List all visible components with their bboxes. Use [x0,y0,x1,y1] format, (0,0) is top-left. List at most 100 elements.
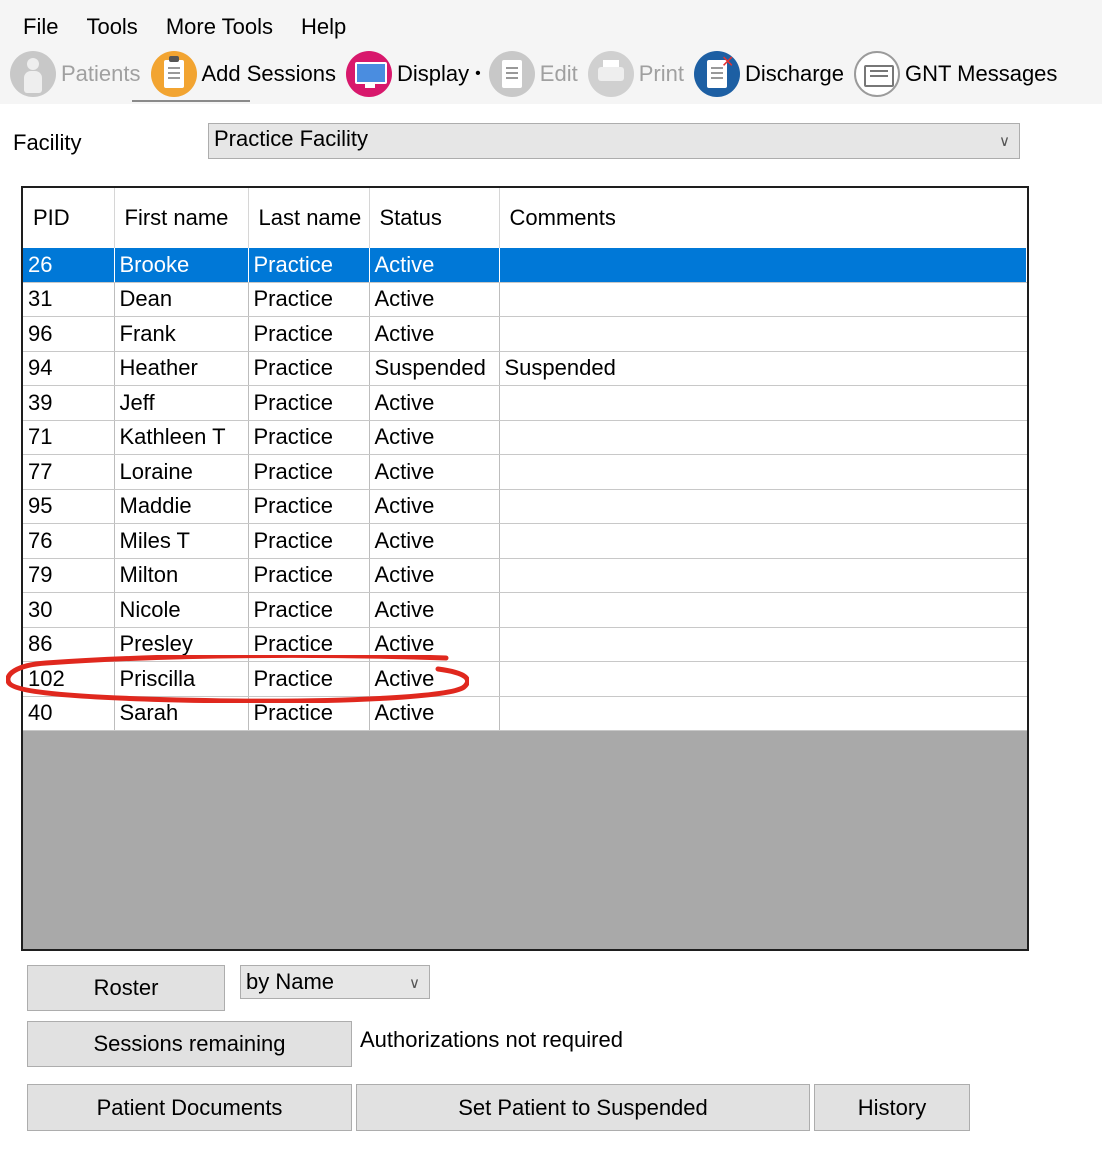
patient-documents-button[interactable]: Patient Documents [27,1084,352,1131]
cell-first-name: Dean [114,282,249,317]
clipboard-icon [150,51,197,97]
cell-status: Active [369,627,500,662]
display-label: Display [397,61,470,86]
sessions-remaining-button[interactable]: Sessions remaining [27,1021,352,1067]
cell-comments [499,696,1027,731]
add-sessions-button[interactable]: Add Sessions [150,48,337,100]
cell-first-name: Brooke [114,248,249,283]
cell-comments [499,282,1027,317]
table-row[interactable]: 86 Presley Practice Active [23,627,1027,662]
cell-last-name: Practice [248,592,370,628]
cell-pid: 95 [23,489,115,524]
cell-last-name: Practice [248,454,370,490]
cell-comments [499,558,1027,593]
cell-pid: 40 [23,696,115,731]
cell-status: Active [369,316,500,352]
cell-comments [499,420,1027,455]
roster-button[interactable]: Roster [27,965,225,1011]
history-button[interactable]: History [814,1084,970,1131]
dropdown-arrow-icon[interactable]: • [475,65,481,83]
cell-first-name: Nicole [114,592,249,628]
cell-first-name: Miles T [114,523,249,559]
cell-first-name: Presley [114,627,249,662]
patients-label: Patients [61,61,141,86]
gnt-messages-button[interactable]: GNT Messages [854,48,1057,100]
column-header-pid[interactable]: PID [23,188,115,248]
table-row[interactable]: 76 Miles T Practice Active [23,523,1027,559]
gnt-messages-label: GNT Messages [905,61,1058,86]
cell-status: Active [369,696,500,731]
history-label: History [857,1095,927,1120]
toolbar: Patients Add Sessions Display • Edit Pri… [10,48,1057,100]
cell-comments [499,489,1027,524]
cell-status: Active [369,523,500,559]
menu-more-tools[interactable]: More Tools [151,10,286,44]
cell-last-name: Practice [248,489,370,524]
menu-file[interactable]: File [8,10,71,44]
table-row[interactable]: 39 Jeff Practice Active [23,385,1027,421]
cell-comments [499,592,1027,628]
column-header-last-name[interactable]: Last name [248,188,370,248]
facility-dropdown[interactable]: Practice Facility ∨ [208,123,1020,159]
table-row[interactable]: 71 Kathleen T Practice Active [23,420,1027,455]
table-row[interactable]: 79 Milton Practice Active [23,558,1027,593]
patient-documents-label: Patient Documents [96,1095,283,1120]
cell-status: Active [369,661,500,697]
display-button[interactable]: Display • [346,48,481,100]
patients-grid[interactable]: PID First name Last name Status Comments… [21,186,1029,951]
table-row[interactable]: 102 Priscilla Practice Active [23,661,1027,697]
set-patient-suspended-button[interactable]: Set Patient to Suspended [356,1084,810,1131]
cell-status: Active [369,489,500,524]
discharge-button[interactable]: ✕ Discharge [693,48,844,100]
cell-first-name: Jeff [114,385,249,421]
cell-pid: 96 [23,316,115,352]
column-header-comments[interactable]: Comments [499,188,1027,248]
discharge-label: Discharge [744,61,844,86]
sort-order-dropdown[interactable]: by Name ∨ [240,965,430,999]
set-patient-suspended-label: Set Patient to Suspended [458,1095,708,1120]
table-row[interactable]: 95 Maddie Practice Active [23,489,1027,524]
cell-pid: 102 [23,661,115,697]
table-row[interactable]: 30 Nicole Practice Active [23,592,1027,628]
table-row[interactable]: 77 Loraine Practice Active [23,454,1027,490]
edit-button[interactable]: Edit [488,48,578,100]
menu-tools[interactable]: Tools [71,10,150,44]
cell-first-name: Sarah [114,696,249,731]
table-row[interactable]: 94 Heather Practice Suspended Suspended [23,351,1027,386]
table-row[interactable]: 31 Dean Practice Active [23,282,1027,317]
table-row[interactable]: 26 Brooke Practice Active [23,248,1027,283]
column-header-first-name[interactable]: First name [114,188,249,248]
cell-first-name: Heather [114,351,249,386]
edit-document-icon [488,51,535,97]
cell-status: Active [369,420,500,455]
add-sessions-label: Add Sessions [201,61,337,86]
cell-first-name: Loraine [114,454,249,490]
cell-status: Active [369,385,500,421]
chevron-down-icon: ∨ [999,133,1010,150]
person-icon [10,51,56,97]
menu-help[interactable]: Help [286,10,359,44]
cell-last-name: Practice [248,351,370,386]
menu-bar: File Tools More Tools Help [8,10,359,44]
cell-comments [499,385,1027,421]
cell-last-name: Practice [248,558,370,593]
cell-pid: 77 [23,454,115,490]
print-button[interactable]: Print [587,48,684,100]
cell-pid: 94 [23,351,115,386]
printer-icon [587,51,634,97]
patients-table: PID First name Last name Status Comments… [23,188,1027,731]
cell-status: Active [369,282,500,317]
toolbar-active-indicator [132,100,250,102]
cell-last-name: Practice [248,420,370,455]
column-header-status[interactable]: Status [369,188,500,248]
cell-pid: 31 [23,282,115,317]
cell-status: Active [369,454,500,490]
cell-pid: 76 [23,523,115,559]
cell-last-name: Practice [248,248,370,283]
table-row[interactable]: 40 Sarah Practice Active [23,696,1027,731]
table-row[interactable]: 96 Frank Practice Active [23,316,1027,352]
sessions-remaining-label: Sessions remaining [93,1031,286,1056]
cell-status: Active [369,248,500,283]
patients-button[interactable]: Patients [10,48,141,100]
cell-comments [499,627,1027,662]
